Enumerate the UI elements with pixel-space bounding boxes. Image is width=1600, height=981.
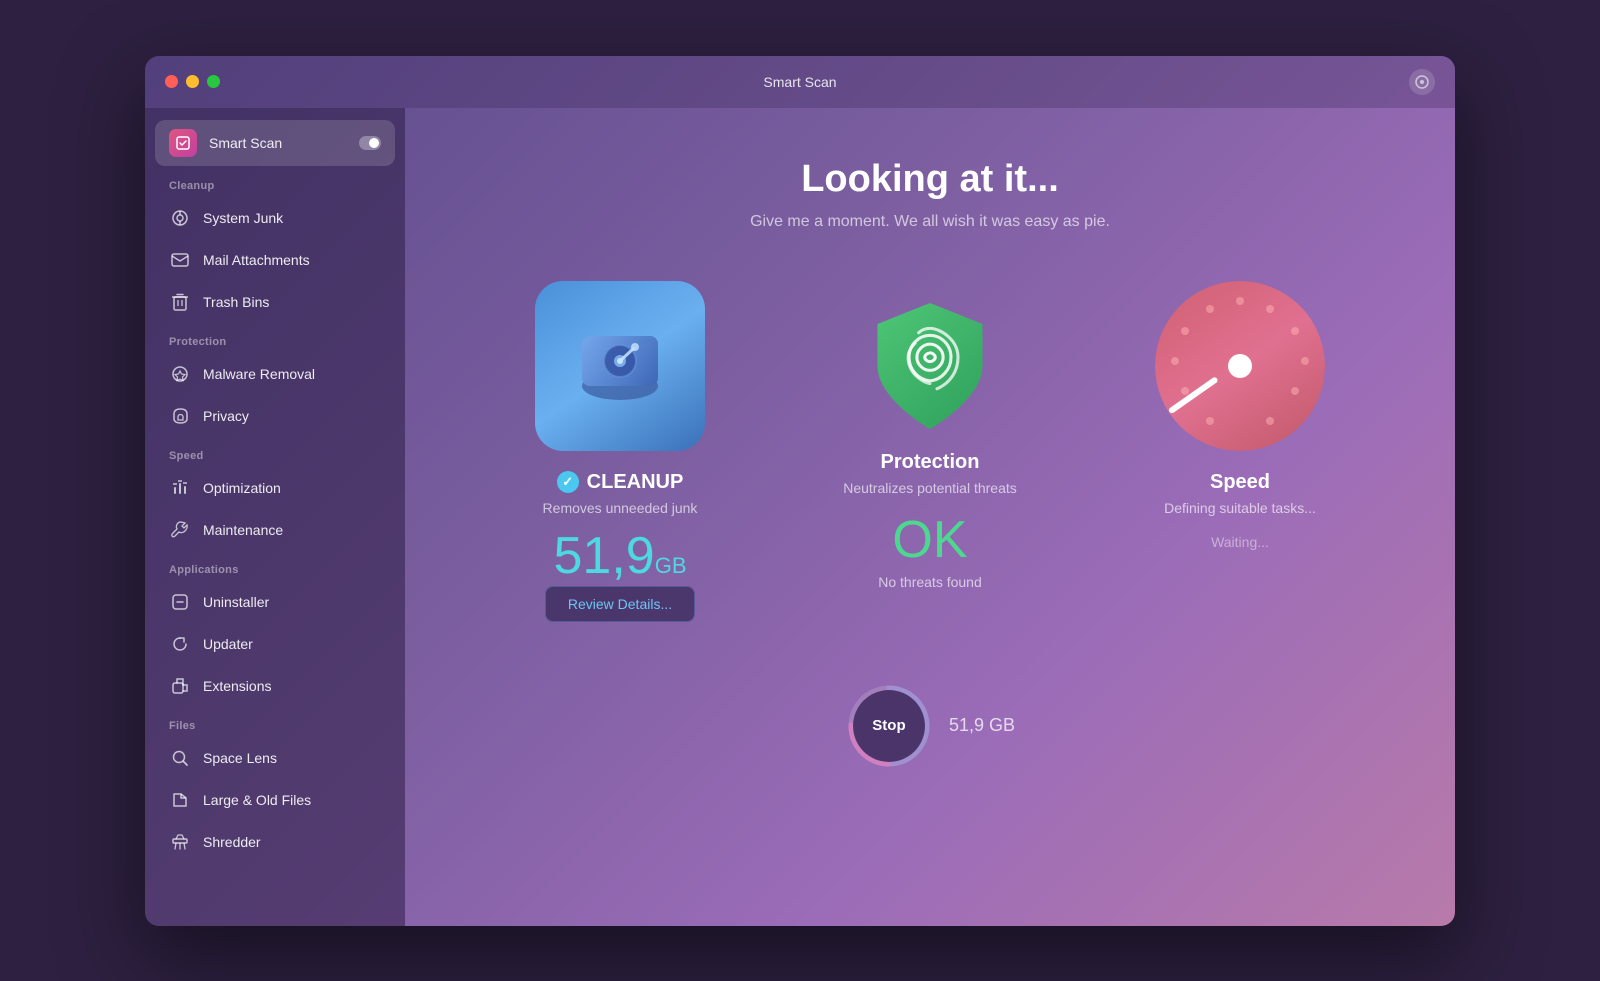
malware-icon <box>169 363 191 385</box>
sidebar-item-shredder[interactable]: Shredder <box>155 822 395 862</box>
scan-size-text: 51,9 GB <box>949 715 1015 736</box>
large-old-files-label: Large & Old Files <box>203 792 311 808</box>
extensions-label: Extensions <box>203 678 271 694</box>
protection-shield-icon <box>860 296 1000 436</box>
speed-center <box>1228 354 1252 378</box>
privacy-icon <box>169 405 191 427</box>
uninstaller-label: Uninstaller <box>203 594 269 610</box>
page-subtitle: Give me a moment. We all wish it was eas… <box>750 213 1110 231</box>
updater-label: Updater <box>203 636 253 652</box>
sidebar-item-large-old-files[interactable]: Large & Old Files <box>155 780 395 820</box>
maintenance-icon <box>169 519 191 541</box>
section-protection: Protection <box>145 324 405 352</box>
sidebar: Smart Scan Cleanup System Junk <box>145 108 405 926</box>
traffic-lights <box>165 75 220 88</box>
malware-removal-label: Malware Removal <box>203 366 315 382</box>
speed-title: Speed <box>1210 471 1270 494</box>
protection-status-value: OK <box>892 510 967 570</box>
cleanup-desc: Removes unneeded junk <box>543 500 698 516</box>
sidebar-item-extensions[interactable]: Extensions <box>155 666 395 706</box>
smart-scan-icon-wrap <box>169 129 197 157</box>
optimization-label: Optimization <box>203 480 281 496</box>
app-window: Smart Scan Smart Scan <box>145 56 1455 926</box>
uninstaller-icon <box>169 591 191 613</box>
smart-scan-label: Smart Scan <box>209 135 282 151</box>
sidebar-item-space-lens[interactable]: Space Lens <box>155 738 395 778</box>
trash-icon <box>169 291 191 313</box>
settings-icon <box>1415 75 1429 89</box>
protection-icon-wrap <box>845 281 1015 451</box>
updater-icon <box>169 633 191 655</box>
scan-icon <box>175 135 191 151</box>
shredder-label: Shredder <box>203 834 261 850</box>
trash-bins-label: Trash Bins <box>203 294 269 310</box>
mail-icon <box>169 249 191 271</box>
speed-desc: Defining suitable tasks... <box>1164 500 1316 516</box>
speed-gauge-wrap <box>1155 281 1325 451</box>
check-icon: ✓ <box>557 471 579 493</box>
speed-card: Speed Defining suitable tasks... Waiting… <box>1100 281 1380 550</box>
sidebar-item-maintenance[interactable]: Maintenance <box>155 510 395 550</box>
shredder-icon <box>169 831 191 853</box>
close-button[interactable] <box>165 75 178 88</box>
mail-attachments-label: Mail Attachments <box>203 252 310 268</box>
optimization-icon <box>169 477 191 499</box>
large-files-icon <box>169 789 191 811</box>
privacy-label: Privacy <box>203 408 249 424</box>
section-cleanup: Cleanup <box>145 168 405 196</box>
cleanup-icon-wrap <box>535 281 705 451</box>
space-lens-label: Space Lens <box>203 750 277 766</box>
stop-button-wrap: Stop <box>845 682 933 770</box>
speed-waiting: Waiting... <box>1211 534 1269 550</box>
section-applications: Applications <box>145 552 405 580</box>
sidebar-item-privacy[interactable]: Privacy <box>155 396 395 436</box>
section-speed: Speed <box>145 438 405 466</box>
system-junk-icon <box>169 207 191 229</box>
sidebar-item-uninstaller[interactable]: Uninstaller <box>155 582 395 622</box>
sidebar-item-smart-scan[interactable]: Smart Scan <box>155 120 395 166</box>
sidebar-item-malware-removal[interactable]: Malware Removal <box>155 354 395 394</box>
page-title: Looking at it... <box>801 158 1059 201</box>
protection-desc: Neutralizes potential threats <box>843 480 1017 496</box>
protection-card: Protection Neutralizes potential threats… <box>790 281 1070 600</box>
minimize-button[interactable] <box>186 75 199 88</box>
protection-title: Protection <box>881 451 980 474</box>
cards-row: ✓ CLEANUP Removes unneeded junk 51,9GB R… <box>480 281 1380 622</box>
window-title: Smart Scan <box>763 74 836 90</box>
extensions-icon <box>169 675 191 697</box>
main-content: Looking at it... Give me a moment. We al… <box>405 108 1455 926</box>
maintenance-label: Maintenance <box>203 522 283 538</box>
space-lens-icon <box>169 747 191 769</box>
maximize-button[interactable] <box>207 75 220 88</box>
stop-area: Stop 51,9 GB <box>845 682 1015 770</box>
stop-button[interactable]: Stop <box>853 690 925 762</box>
cleanup-value: 51,9GB <box>553 530 686 582</box>
section-files: Files <box>145 708 405 736</box>
sidebar-item-optimization[interactable]: Optimization <box>155 468 395 508</box>
cleanup-card: ✓ CLEANUP Removes unneeded junk 51,9GB R… <box>480 281 760 622</box>
speed-gauge <box>1155 281 1325 451</box>
sidebar-item-mail-attachments[interactable]: Mail Attachments <box>155 240 395 280</box>
disk-icon <box>565 311 675 421</box>
active-toggle[interactable] <box>359 136 381 150</box>
sidebar-item-system-junk[interactable]: System Junk <box>155 198 395 238</box>
review-details-button[interactable]: Review Details... <box>545 586 695 622</box>
cleanup-title: ✓ CLEANUP <box>557 471 684 494</box>
sidebar-item-trash-bins[interactable]: Trash Bins <box>155 282 395 322</box>
settings-button[interactable] <box>1409 69 1435 95</box>
protection-status-text: No threats found <box>878 574 982 590</box>
sidebar-item-updater[interactable]: Updater <box>155 624 395 664</box>
titlebar: Smart Scan <box>145 56 1455 108</box>
system-junk-label: System Junk <box>203 210 283 226</box>
content-area: Smart Scan Cleanup System Junk <box>145 108 1455 926</box>
